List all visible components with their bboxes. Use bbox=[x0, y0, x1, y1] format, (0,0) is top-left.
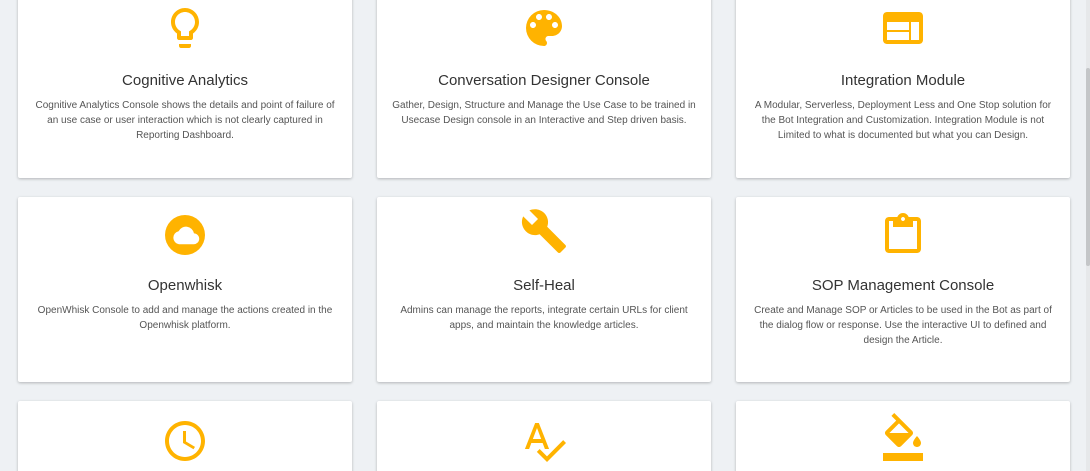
card-sop-management-console[interactable]: SOP Management Console Create and Manage… bbox=[736, 197, 1070, 382]
web-layout-icon bbox=[879, 4, 927, 52]
spellcheck-icon bbox=[520, 417, 568, 465]
page-scrollbar[interactable] bbox=[1086, 0, 1090, 471]
cloud-icon bbox=[161, 211, 209, 259]
card-title: Conversation Designer Console bbox=[438, 72, 650, 89]
card-title: Cognitive Analytics bbox=[122, 72, 248, 89]
card-title: Integration Module bbox=[840, 72, 966, 89]
card-openwhisk[interactable]: Openwhisk OpenWhisk Console to add and m… bbox=[18, 197, 352, 382]
card-description: Gather, Design, Structure and Manage the… bbox=[392, 100, 696, 126]
card-description: Cognitive Analytics Console shows the de… bbox=[35, 100, 335, 141]
card-self-heal[interactable]: Self-Heal Admins can manage the reports,… bbox=[377, 197, 711, 382]
card-title: SOP Management Console bbox=[811, 277, 995, 294]
card-scheduler[interactable] bbox=[18, 401, 352, 471]
palette-icon bbox=[520, 4, 568, 52]
lightbulb-icon bbox=[161, 4, 209, 52]
wrench-icon bbox=[520, 207, 568, 255]
card-description: OpenWhisk Console to add and manage the … bbox=[37, 305, 333, 331]
card-title: Self-Heal bbox=[513, 277, 575, 294]
card-title: Openwhisk bbox=[147, 277, 223, 294]
card-cognitive-analytics[interactable]: Cognitive Analytics Cognitive Analytics … bbox=[18, 0, 352, 178]
card-description: Admins can manage the reports, integrate… bbox=[400, 305, 688, 331]
card-conversation-designer-console[interactable]: Conversation Designer Console Gather, De… bbox=[377, 0, 711, 178]
card-spellcheck[interactable] bbox=[377, 401, 711, 471]
module-card-grid: Cognitive Analytics Cognitive Analytics … bbox=[0, 0, 1090, 471]
card-description: Create and Manage SOP or Articles to be … bbox=[754, 305, 1052, 346]
card-theme[interactable] bbox=[736, 401, 1070, 471]
card-description: A Modular, Serverless, Deployment Less a… bbox=[754, 100, 1052, 141]
card-integration-module[interactable]: Integration Module A Modular, Serverless… bbox=[736, 0, 1070, 178]
clock-icon bbox=[161, 417, 209, 465]
console-launcher-page: Cognitive Analytics Cognitive Analytics … bbox=[0, 0, 1090, 471]
paint-bucket-icon bbox=[879, 413, 927, 461]
scrollbar-thumb[interactable] bbox=[1086, 68, 1090, 266]
clipboard-icon bbox=[879, 211, 927, 259]
